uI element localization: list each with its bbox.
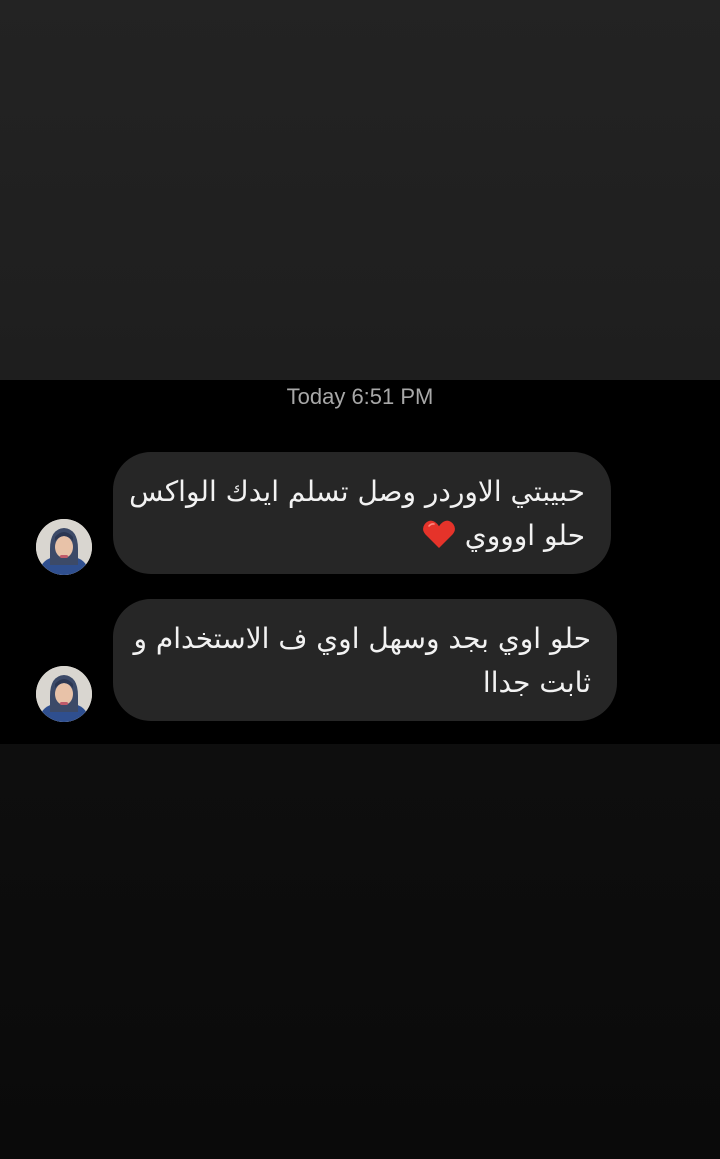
- avatar[interactable]: [36, 666, 92, 722]
- avatar[interactable]: [36, 519, 92, 575]
- bottom-area: [0, 744, 720, 1159]
- message-text-line: حبيبتي الاوردر وصل تسلم ايدك الواكس: [129, 475, 585, 508]
- message-bubble[interactable]: حلو اوي بجد وسهل اوي ف الاستخدام و ثابت …: [113, 599, 617, 721]
- avatar-image: [36, 519, 92, 575]
- top-area: [0, 0, 720, 380]
- avatar-image: [36, 666, 92, 722]
- message-bubble[interactable]: حبيبتي الاوردر وصل تسلم ايدك الواكس حلو …: [113, 452, 611, 574]
- message-text-line: حلو اوي بجد وسهل اوي ف الاستخدام و: [133, 622, 591, 655]
- message-text: حلو اوووي: [464, 519, 585, 552]
- message-text-line: ثابت جداا: [482, 666, 591, 699]
- chat-screen: Today 6:51 PM حبيبتي الاوردر وصل تسلم اي…: [0, 0, 720, 1159]
- red-heart-icon: [422, 520, 455, 548]
- message-timestamp: Today 6:51 PM: [286, 384, 434, 409]
- message-text-line: حلو اوووي: [137, 514, 585, 558]
